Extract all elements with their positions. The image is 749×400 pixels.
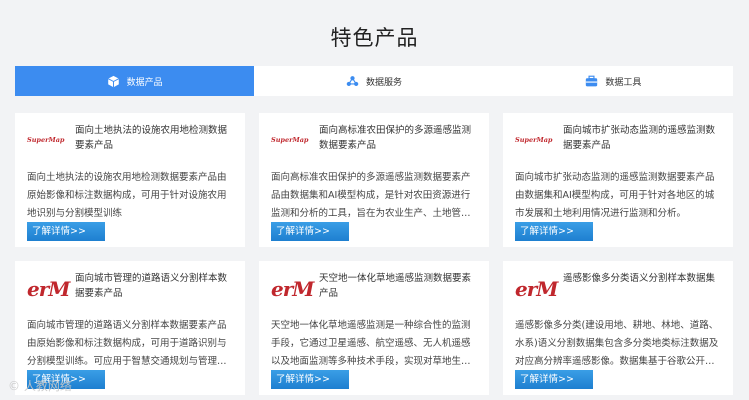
card-description: 面向城市管理的道路语义分割样本数据要素产品由原始影像和标注数据构成，可用于道路识…	[27, 320, 227, 367]
supermap-logo: SuperMap	[515, 136, 553, 144]
erm-logo: erM	[515, 277, 558, 301]
card-title[interactable]: 天空地一体化草地遥感监测数据要素产品	[311, 271, 477, 311]
details-button[interactable]: 了解详情>>	[271, 222, 349, 241]
details-button[interactable]: 了解详情>>	[27, 222, 105, 241]
tab-data-tools[interactable]: 数据工具	[494, 66, 733, 96]
card-title[interactable]: 面向土地执法的设施农用地检测数据要素产品	[67, 123, 233, 163]
page-title: 特色产品	[330, 26, 419, 50]
card-description: 面向土地执法的设施农用地检测数据要素产品由原始影像和标注数据构成，可用于针对设施…	[27, 172, 227, 219]
product-card: erM 遥感影像多分类语义分割样本数据集 遥感影像多分类(建设用地、耕地、林地、…	[503, 261, 733, 395]
card-title[interactable]: 面向城市扩张动态监测的遥感监测数据要素产品	[555, 123, 721, 163]
details-button[interactable]: 了解详情>>	[515, 370, 593, 389]
card-description: 面向城市扩张动态监测的遥感监测数据要素产品由数据集和AI模型构成，可用于针对各地…	[515, 172, 715, 219]
product-card: SuperMap 面向高标准农田保护的多源遥感监测数据要素产品 面向高标准农田保…	[259, 113, 489, 247]
network-icon	[346, 75, 359, 88]
tab-label: 数据产品	[126, 77, 163, 88]
card-description: 遥感影像多分类(建设用地、耕地、林地、道路、水系)语义分割数据集包含多分类地类标…	[515, 320, 719, 367]
details-button[interactable]: 了解详情>>	[515, 222, 593, 241]
card-description: 天空地一体化草地遥感监测是一种综合性的监测手段，它通过卫星遥感、航空遥感、无人机…	[271, 320, 471, 367]
card-title[interactable]: 遥感影像多分类语义分割样本数据集	[555, 271, 715, 311]
card-description: 面向高标准农田保护的多源遥感监测数据要素产品由数据集和AI模型构成，是针对农田资…	[271, 172, 471, 219]
product-card: erM 天空地一体化草地遥感监测数据要素产品 天空地一体化草地遥感监测是一种综合…	[259, 261, 489, 395]
product-card: erM 面向城市管理的道路语义分割样本数据要素产品 面向城市管理的道路语义分割样…	[15, 261, 245, 395]
erm-logo: erM	[27, 277, 70, 301]
card-title[interactable]: 面向城市管理的道路语义分割样本数据要素产品	[67, 271, 233, 311]
details-button[interactable]: 了解详情>>	[271, 370, 349, 389]
card-title[interactable]: 面向高标准农田保护的多源遥感监测数据要素产品	[311, 123, 477, 163]
watermark: © 人教网络	[8, 379, 72, 393]
cube-icon	[107, 75, 120, 88]
tab-label: 数据服务	[365, 77, 402, 88]
category-tabs: 数据产品 数据服务 数据工具	[15, 66, 733, 96]
product-card: SuperMap 面向土地执法的设施农用地检测数据要素产品 面向土地执法的设施农…	[15, 113, 245, 247]
supermap-logo: SuperMap	[271, 136, 309, 144]
erm-logo: erM	[271, 277, 314, 301]
product-card: SuperMap 面向城市扩张动态监测的遥感监测数据要素产品 面向城市扩张动态监…	[503, 113, 733, 247]
tab-data-services[interactable]: 数据服务	[254, 66, 493, 96]
tab-data-products[interactable]: 数据产品	[15, 66, 255, 96]
supermap-logo: SuperMap	[27, 136, 65, 144]
toolbox-icon	[585, 75, 598, 88]
product-grid: SuperMap 面向土地执法的设施农用地检测数据要素产品 面向土地执法的设施农…	[15, 113, 733, 395]
tab-label: 数据工具	[605, 77, 642, 88]
